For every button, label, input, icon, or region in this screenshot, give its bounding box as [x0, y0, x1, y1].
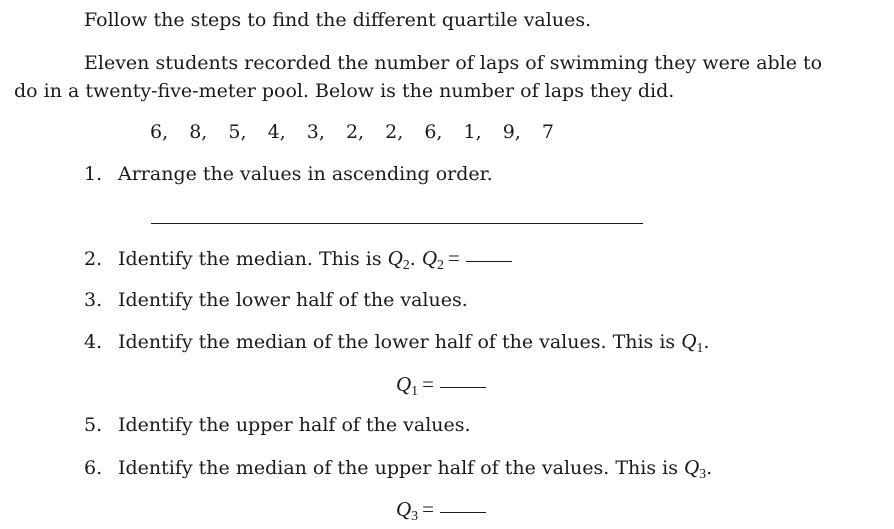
step-number: 4. [84, 331, 103, 353]
ascending-order-answer-line[interactable] [151, 223, 643, 224]
step-6: 6. Identify the median of the upper half … [84, 455, 713, 482]
value: 6, [150, 121, 169, 143]
q3-equation: Q3 = [396, 497, 487, 529]
step-text: Identify the median of the lower half of… [118, 331, 682, 353]
intro-text: Follow the steps to find the different q… [84, 9, 592, 31]
value: 4, [267, 121, 286, 143]
value: 1, [463, 121, 482, 143]
data-values: 6, 8, 5, 4, 3, 2, 2, 6, 1, 9, 7 [150, 120, 569, 144]
step-2: 2. Identify the median. This is Q2. Q2 = [84, 246, 512, 278]
q1-equation: Q1 = [396, 372, 487, 404]
value: 8, [189, 121, 208, 143]
q2-equation-symbol: Q2 [421, 246, 445, 273]
value: 6, [424, 121, 443, 143]
step-text: Arrange the values in ascending order. [118, 163, 493, 185]
q1-equation-symbol: Q1 [396, 372, 419, 399]
step-text: Identify the median. This is [118, 248, 388, 270]
q3-equation-symbol: Q3 [396, 497, 419, 524]
q3-answer-blank[interactable] [440, 511, 487, 513]
value: 3, [306, 121, 325, 143]
step-text: Identify the median of the upper half of… [118, 457, 684, 479]
q1-symbol: Q1 [681, 329, 704, 356]
value: 5, [228, 121, 247, 143]
step-1: 1. Arrange the values in ascending order. [84, 162, 493, 186]
value: 2, [385, 121, 404, 143]
step-3: 3. Identify the lower half of the values. [84, 288, 468, 312]
problem-line-1: Eleven students recorded the number of l… [84, 52, 823, 74]
equals-sign: = [422, 372, 435, 396]
step-text: Identify the upper half of the values. [118, 414, 471, 436]
step-number: 6. [84, 457, 103, 479]
step-4: 4. Identify the median of the lower half … [84, 329, 710, 356]
value: 9, [502, 121, 521, 143]
q2-symbol: Q2 [387, 246, 410, 273]
step-number: 1. [84, 163, 103, 185]
q1-answer-blank[interactable] [440, 386, 487, 388]
equals-sign: = [448, 246, 460, 270]
value: 7 [541, 121, 554, 143]
step-number: 3. [84, 289, 103, 311]
step-text: Identify the lower half of the values. [118, 289, 468, 311]
step-number: 2. [84, 248, 103, 270]
equals-sign: = [422, 497, 435, 521]
problem-line-2: do in a twenty-five-meter pool. Below is… [14, 80, 675, 102]
q2-answer-blank[interactable] [465, 260, 512, 262]
step-number: 5. [84, 414, 103, 436]
value: 2, [345, 121, 365, 143]
q3-symbol: Q3 [684, 455, 707, 482]
step-5: 5. Identify the upper half of the values. [84, 413, 471, 437]
